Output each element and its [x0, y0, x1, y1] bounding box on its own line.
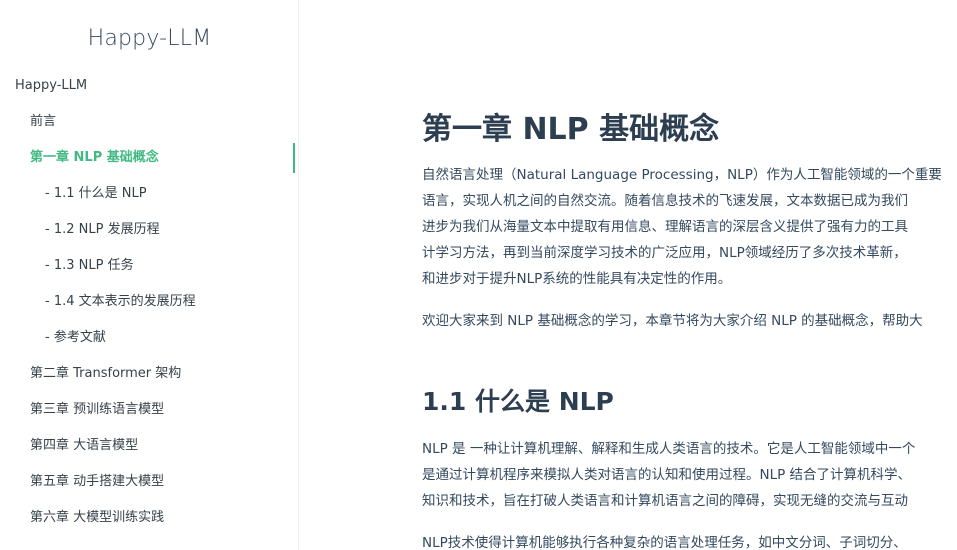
sidebar: Happy-LLM Happy-LLM 前言 第一章 NLP 基础概念 - 1.… [0, 0, 299, 550]
chapter-title: 第一章 NLP 基础概念 [422, 112, 720, 147]
intro-line: 计学习方法，再到当前深度学习技术的广泛应用，NLP领域经历了多次技术革新， [422, 245, 907, 261]
sidebar-item-preface[interactable]: 前言 [0, 104, 298, 140]
section-line: 知识和技术，旨在打破人类语言和计算机语言之间的障碍，实现无缝的交流与互动 [422, 493, 908, 509]
section-title: 1.1 什么是 NLP [422, 387, 614, 416]
intro-paragraph: 自然语言处理（Natural Language Processing，NLP）作… [422, 162, 942, 292]
section-paragraph: NLP 是 一种让计算机理解、解释和生成人类语言的技术。它是人工智能领域中一个 … [422, 436, 915, 514]
sidebar-item-chapter-6[interactable]: 第六章 大模型训练实践 [0, 500, 298, 536]
sidebar-item-section-1-1[interactable]: - 1.1 什么是 NLP [0, 176, 298, 212]
sidebar-item-chapter-2[interactable]: 第二章 Transformer 架构 [0, 356, 298, 392]
sidebar-nav: Happy-LLM 前言 第一章 NLP 基础概念 - 1.1 什么是 NLP … [0, 68, 298, 536]
section-line: NLP 是 一种让计算机理解、解释和生成人类语言的技术。它是人工智能领域中一个 [422, 441, 916, 457]
section-paragraph-2: NLP技术使得计算机能够执行各种复杂的语言处理任务，如中文分词、子词切分、 [422, 530, 907, 550]
sidebar-item-chapter-1[interactable]: 第一章 NLP 基础概念 [0, 140, 298, 176]
intro-line: 进步为我们从海量文本中提取有用信息、理解语言的深层含义提供了强有力的工具 [422, 219, 908, 235]
sidebar-item-chapter-4[interactable]: 第四章 大语言模型 [0, 428, 298, 464]
intro-line: 和进步对于提升NLP系统的性能具有决定性的作用。 [422, 271, 732, 287]
sidebar-item-home[interactable]: Happy-LLM [0, 68, 298, 104]
sidebar-item-section-1-3[interactable]: - 1.3 NLP 任务 [0, 248, 298, 284]
sidebar-item-references[interactable]: - 参考文献 [0, 320, 298, 356]
welcome-line: 欢迎大家来到 NLP 基础概念的学习，本章节将为大家介绍 NLP 的基础概念，帮… [422, 313, 923, 329]
section-line: NLP技术使得计算机能够执行各种复杂的语言处理任务，如中文分词、子词切分、 [422, 535, 907, 550]
section-line: 是通过计算机程序来模拟人类对语言的认知和使用过程。NLP 结合了计算机科学、 [422, 467, 912, 483]
sidebar-item-section-1-2[interactable]: - 1.2 NLP 发展历程 [0, 212, 298, 248]
main-content: 第一章 NLP 基础概念 自然语言处理（Natural Language Pro… [300, 0, 957, 550]
app-title[interactable]: Happy-LLM [0, 26, 298, 51]
sidebar-item-chapter-3[interactable]: 第三章 预训练语言模型 [0, 392, 298, 428]
sidebar-item-section-1-4[interactable]: - 1.4 文本表示的发展历程 [0, 284, 298, 320]
sidebar-item-chapter-5[interactable]: 第五章 动手搭建大模型 [0, 464, 298, 500]
welcome-paragraph: 欢迎大家来到 NLP 基础概念的学习，本章节将为大家介绍 NLP 的基础概念，帮… [422, 308, 923, 334]
intro-line: 自然语言处理（Natural Language Processing，NLP）作… [422, 167, 942, 183]
intro-line: 语言，实现人机之间的自然交流。随着信息技术的飞速发展，文本数据已成为我们 [422, 193, 908, 209]
